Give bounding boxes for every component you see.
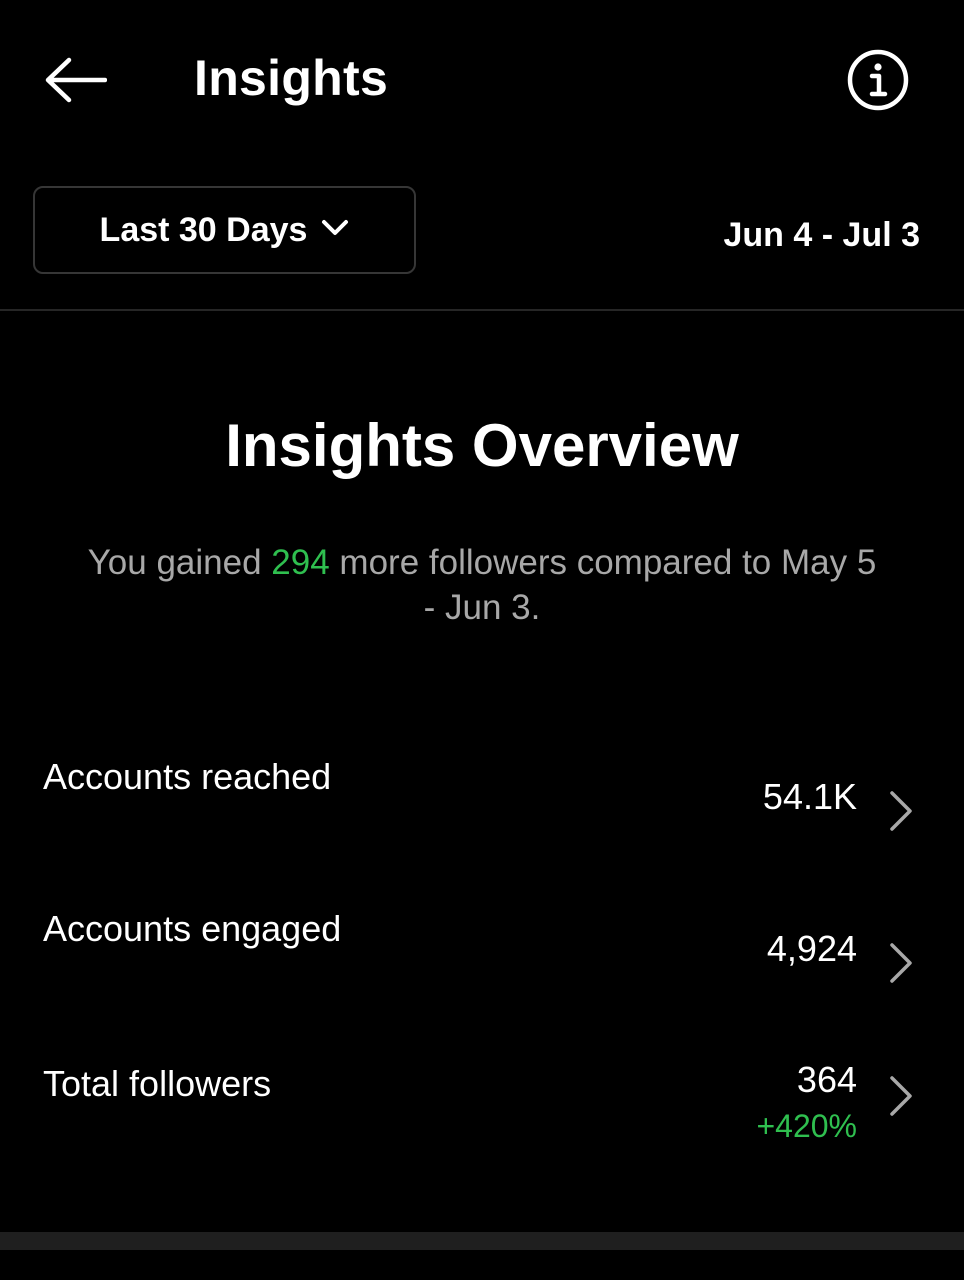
metric-label: Accounts reached bbox=[43, 756, 332, 797]
date-range-dropdown-label: Last 30 Days bbox=[99, 210, 308, 249]
divider bbox=[0, 309, 964, 311]
overview-title: Insights Overview bbox=[225, 412, 739, 479]
top-bar: Insights bbox=[0, 0, 964, 160]
page-title: Insights bbox=[194, 50, 389, 106]
date-range-dropdown[interactable]: Last 30 Days bbox=[33, 186, 416, 274]
info-icon bbox=[847, 49, 909, 111]
metric-row-accounts-engaged[interactable]: Accounts engaged 4,924 bbox=[0, 907, 964, 1027]
metric-row-total-followers[interactable]: Total followers 364 +420% bbox=[0, 1059, 964, 1182]
section-separator bbox=[0, 1232, 964, 1250]
metric-value: 54.1K bbox=[762, 776, 857, 817]
chevron-right-icon bbox=[890, 791, 912, 831]
metric-row-accounts-reached[interactable]: Accounts reached 54.1K bbox=[0, 755, 964, 875]
metric-value: 4,924 bbox=[766, 928, 857, 969]
chevron-right-icon bbox=[890, 1076, 912, 1116]
metric-label: Total followers bbox=[43, 1063, 272, 1104]
metric-delta: +420% bbox=[756, 1108, 857, 1144]
arrow-left-icon bbox=[45, 57, 107, 103]
metric-label: Accounts engaged bbox=[43, 908, 342, 949]
followers-summary: You gained 294 more followers compared t… bbox=[80, 540, 884, 630]
info-button[interactable] bbox=[846, 48, 910, 112]
summary-suffix: more followers compared to May 5 - Jun 3… bbox=[329, 543, 877, 627]
date-range-text: Jun 4 - Jul 3 bbox=[723, 216, 921, 254]
metric-value: 364 bbox=[796, 1059, 857, 1100]
chevron-right-icon bbox=[890, 943, 912, 983]
chevron-down-icon bbox=[321, 219, 349, 237]
summary-prefix: You gained bbox=[87, 543, 272, 582]
back-button[interactable] bbox=[40, 50, 110, 110]
followers-gained-count: 294 bbox=[271, 543, 330, 582]
